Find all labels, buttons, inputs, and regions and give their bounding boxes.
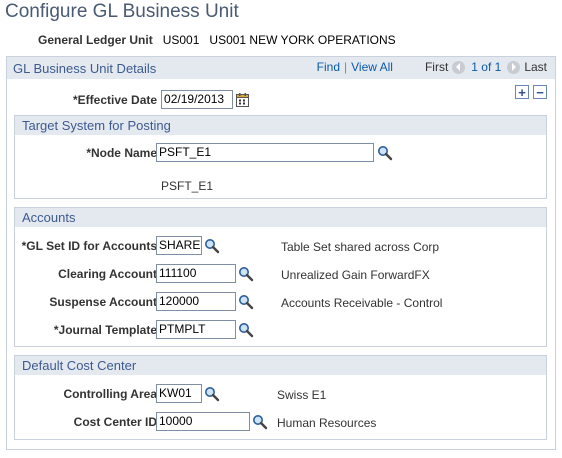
target-system-group: Target System for Posting *Node Name PSF…	[14, 115, 547, 199]
target-system-title: Target System for Posting	[15, 116, 546, 135]
suspense-account-description: Accounts Receivable - Control	[281, 296, 443, 310]
row-navigation: Find | View All First 1 of 1 Last	[317, 60, 547, 74]
suspense-account-input[interactable]: 120000	[156, 292, 236, 311]
magnifier-icon[interactable]	[238, 294, 254, 310]
delete-row-button[interactable]: −	[533, 85, 547, 99]
gl-setid-row: SHARE	[156, 236, 220, 255]
controlling-area-input[interactable]: KW01	[156, 384, 202, 403]
suspense-account-row: 120000	[156, 292, 254, 311]
cost-center-id-description: Human Resources	[277, 416, 377, 430]
effective-date-row: *Effective Date 02/19/2013	[73, 90, 250, 109]
gl-unit-label: General Ledger Unit	[38, 33, 153, 47]
effective-date-label: *Effective Date	[73, 92, 158, 107]
magnifier-icon[interactable]	[377, 145, 393, 161]
cost-center-group: Default Cost Center Controlling Area KW0…	[14, 355, 547, 440]
find-link[interactable]: Find	[317, 60, 340, 74]
clearing-account-description: Unrealized Gain ForwardFX	[281, 268, 430, 282]
accounts-title: Accounts	[15, 208, 546, 227]
general-ledger-unit-row: General Ledger Unit US001 US001 NEW YORK…	[38, 33, 396, 47]
gl-setid-description: Table Set shared across Corp	[281, 240, 440, 254]
clearing-account-input[interactable]: 111100	[156, 264, 236, 283]
controlling-area-description: Swiss E1	[277, 388, 327, 402]
page-title: Configure GL Business Unit	[5, 1, 239, 22]
clearing-account-row: 111100	[156, 264, 254, 283]
journal-template-row: PTMPLT	[156, 320, 254, 339]
first-label: First	[424, 60, 449, 74]
add-row-button[interactable]: +	[515, 85, 529, 99]
node-name-label: *Node Name	[86, 146, 157, 160]
details-header: GL Business Unit Details Find | View All…	[7, 57, 555, 79]
cost-center-id-input[interactable]: 10000	[156, 412, 250, 431]
last-label: Last	[524, 60, 547, 74]
nav-separator: |	[344, 60, 348, 74]
magnifier-icon[interactable]	[238, 266, 254, 282]
accounts-group: Accounts *GL Set ID for Accounts SHARE T…	[14, 207, 547, 347]
controlling-area-label: Controlling Area	[63, 387, 157, 401]
row-count: 1 of 1	[471, 60, 502, 74]
row-actions: + −	[515, 85, 547, 99]
gl-business-unit-details-box: GL Business Unit Details Find | View All…	[6, 56, 556, 450]
cost-center-id-label: Cost Center ID	[73, 415, 157, 429]
node-description: PSFT_E1	[161, 179, 214, 193]
gl-unit-code: US001	[162, 33, 200, 47]
node-name-input[interactable]: PSFT_E1	[156, 143, 374, 162]
cost-center-id-row: 10000	[156, 412, 268, 431]
arrow-right-icon[interactable]	[507, 60, 521, 74]
details-title: GL Business Unit Details	[13, 60, 157, 76]
magnifier-icon[interactable]	[252, 414, 268, 430]
gl-setid-input[interactable]: SHARE	[156, 236, 202, 255]
journal-template-label: *Journal Template	[53, 323, 157, 337]
journal-template-input[interactable]: PTMPLT	[156, 320, 236, 339]
magnifier-icon[interactable]	[204, 386, 220, 402]
clearing-account-label: Clearing Account	[58, 267, 157, 281]
effective-date-input[interactable]: 02/19/2013	[161, 90, 234, 109]
magnifier-icon[interactable]	[204, 238, 220, 254]
suspense-account-label: Suspense Account	[49, 295, 157, 309]
calendar-icon[interactable]	[236, 92, 250, 107]
controlling-area-row: KW01	[156, 384, 220, 403]
node-name-row: PSFT_E1	[156, 143, 393, 162]
view-all-link[interactable]: View All	[351, 60, 393, 74]
magnifier-icon[interactable]	[238, 322, 254, 338]
gl-setid-label: *GL Set ID for Accounts	[21, 239, 157, 253]
arrow-left-icon[interactable]	[452, 60, 466, 74]
cost-center-title: Default Cost Center	[15, 356, 546, 375]
gl-unit-name: US001 NEW YORK OPERATIONS	[209, 33, 396, 47]
